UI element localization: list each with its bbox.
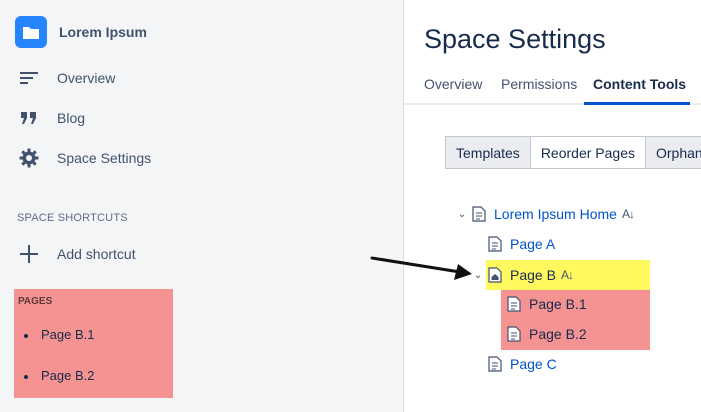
tree-node-page-b2[interactable]: Page B.2 [507, 326, 587, 342]
tree-node-label: Lorem Ipsum Home [494, 206, 617, 222]
bullet [24, 375, 28, 379]
tab-templates[interactable]: Templates [445, 136, 531, 169]
page-link[interactable]: Page B.2 [41, 368, 95, 383]
tree-node-label: Page A [510, 236, 556, 252]
add-shortcut-button[interactable]: Add shortcut [18, 243, 136, 265]
sidebar-item-blog[interactable]: Blog [18, 107, 85, 129]
tree-node-label: Page C [510, 356, 557, 372]
sidebar-item-label: Blog [57, 110, 86, 126]
tree-node-label: Page B.1 [529, 296, 587, 312]
sub-tabs: Templates Reorder Pages Orphane [445, 136, 701, 169]
tab-orphaned[interactable]: Orphane [644, 136, 701, 169]
document-icon [472, 206, 486, 222]
plus-icon [18, 243, 40, 265]
tree-node-page-c[interactable]: Page C [488, 356, 557, 372]
tree-node-root[interactable]: ⌄ Lorem Ipsum Home A↓ [456, 206, 635, 222]
tree-node-label: Page B.2 [529, 326, 587, 342]
chevron-down-icon[interactable]: ⌄ [456, 209, 468, 220]
pages-section: PAGES Page B.1 Page B.2 [14, 289, 173, 398]
tab-overview[interactable]: Overview [424, 76, 482, 92]
sort-alpha-icon[interactable]: A↓ [622, 207, 635, 221]
document-icon [488, 236, 502, 252]
sidebar: Lorem Ipsum Overview Blog Space Settings… [0, 0, 404, 412]
pages-list: Page B.1 Page B.2 [24, 327, 95, 409]
tree-node-page-a[interactable]: Page A [488, 236, 555, 252]
pages-heading: PAGES [18, 296, 53, 307]
tree-node-label: Page B [510, 267, 556, 283]
space-header[interactable]: Lorem Ipsum [15, 16, 147, 48]
folder-icon [15, 16, 47, 48]
tab-content-tools[interactable]: Content Tools [593, 76, 686, 92]
active-tab-indicator [584, 102, 690, 105]
tab-reorder-pages[interactable]: Reorder Pages [529, 136, 646, 169]
space-name: Lorem Ipsum [59, 24, 147, 40]
tree-node-page-b1[interactable]: Page B.1 [507, 296, 587, 312]
document-icon [488, 356, 502, 372]
list-item[interactable]: Page B.2 [24, 368, 95, 409]
tab-permissions[interactable]: Permissions [501, 76, 577, 92]
sidebar-item-overview[interactable]: Overview [18, 67, 115, 89]
page-title: Space Settings [424, 24, 606, 54]
document-icon [507, 296, 521, 312]
space-shortcuts-heading: SPACE SHORTCUTS [17, 212, 128, 224]
sidebar-item-space-settings[interactable]: Space Settings [18, 147, 151, 169]
bullet [24, 334, 28, 338]
list-item[interactable]: Page B.1 [24, 327, 95, 368]
add-shortcut-label: Add shortcut [57, 246, 136, 262]
document-icon [507, 326, 521, 342]
top-tabs: Overview Permissions Content Tools [404, 72, 701, 105]
gear-icon [18, 147, 40, 169]
page-link[interactable]: Page B.1 [41, 327, 95, 342]
tree-node-page-b[interactable]: ⌄ Page B A↓ [472, 267, 574, 283]
sidebar-item-label: Space Settings [57, 150, 152, 166]
home-document-icon [488, 267, 502, 283]
sort-alpha-icon[interactable]: A↓ [561, 268, 574, 282]
divider [445, 168, 701, 169]
annotation-arrow-icon [370, 256, 472, 280]
main-content: Space Settings Overview Permissions Cont… [404, 0, 701, 412]
quote-icon [18, 107, 40, 129]
overview-icon [18, 67, 40, 89]
sidebar-item-label: Overview [57, 70, 116, 86]
